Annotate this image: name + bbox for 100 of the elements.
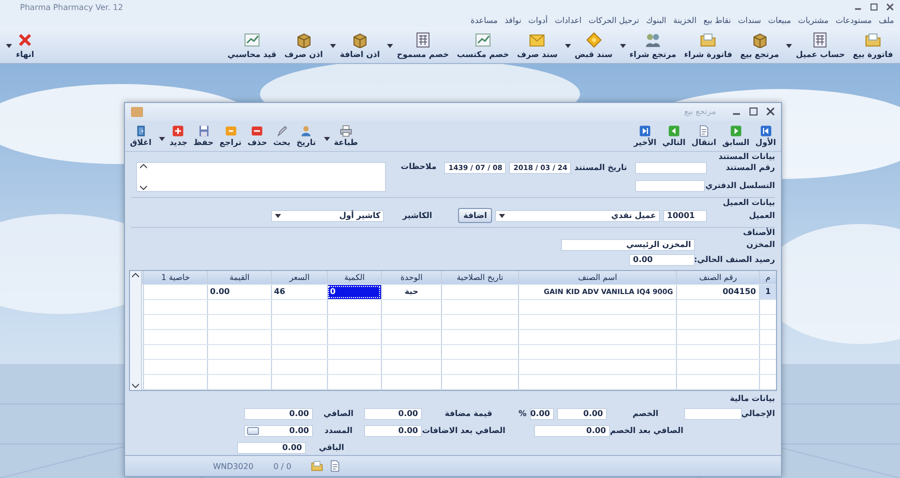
box-icon xyxy=(296,32,312,48)
document-icon xyxy=(329,460,342,472)
small-button[interactable] xyxy=(247,426,259,435)
column-header[interactable]: رقم الصنف xyxy=(676,270,759,284)
toolbar-button[interactable]: انهاء xyxy=(4,30,38,60)
field-label: الصافي xyxy=(322,409,354,418)
toolbar-button[interactable]: فاتورة شراء xyxy=(681,30,736,60)
toolbar-button[interactable]: اغلاق xyxy=(127,124,154,148)
plus-icon xyxy=(172,124,184,137)
field-label: المسدد xyxy=(324,426,354,436)
column-header[interactable]: الكمية xyxy=(327,270,381,284)
toolbar-button[interactable]: الأول xyxy=(752,124,779,148)
toolbar-button[interactable]: اذن اضافة xyxy=(328,30,383,60)
menu-item[interactable]: الخزينة xyxy=(673,16,696,25)
toolbar-button[interactable]: بحث xyxy=(270,124,294,148)
column-header[interactable]: السعر xyxy=(271,270,327,284)
notes-field[interactable] xyxy=(136,162,386,192)
table-cell: 004150 xyxy=(676,284,759,299)
table-cell: 0.00 xyxy=(207,284,271,299)
input-field[interactable]: 0.00 xyxy=(237,442,306,454)
toolbar-button[interactable]: خصم مسموح xyxy=(384,30,452,60)
menu-item[interactable]: أدوات xyxy=(528,16,548,25)
field-label: الخصم xyxy=(632,409,660,418)
maximize-icon xyxy=(749,107,758,116)
input-field[interactable]: 0.00 xyxy=(364,424,422,437)
menu-item[interactable]: مستودعات xyxy=(836,16,872,25)
toolbar-button[interactable]: الأخير xyxy=(630,124,660,148)
pen-icon xyxy=(276,124,288,137)
menu-item[interactable]: مبيعات xyxy=(768,16,792,25)
record-counter: 0 / 0 xyxy=(273,462,292,471)
input-field[interactable]: 0.00 xyxy=(534,424,610,437)
last-icon xyxy=(639,124,652,137)
box-icon xyxy=(752,32,768,48)
minus-icon xyxy=(251,124,264,137)
menu-item[interactable]: مشتريات xyxy=(798,16,828,25)
undo-icon xyxy=(224,124,237,137)
toolbar-button[interactable]: حساب عميل xyxy=(784,30,848,60)
input-field[interactable] xyxy=(635,180,706,192)
toolbar-button[interactable]: تاريخ xyxy=(293,124,319,148)
toolbar-button[interactable]: حفظ xyxy=(190,124,217,148)
toolbar-button[interactable]: اذن صرف xyxy=(281,30,326,60)
menu-item[interactable]: البنوك xyxy=(646,16,666,25)
toolbar-button[interactable]: جديد xyxy=(157,124,190,148)
add-button[interactable]: اضافة xyxy=(458,208,492,224)
field-label: التسلسل الدفتري xyxy=(705,181,775,190)
menu-item[interactable]: ملف xyxy=(878,16,894,25)
row-header[interactable]: 1 xyxy=(759,284,776,299)
table-cell: 0 xyxy=(327,284,381,299)
toolbar-button[interactable]: السابق xyxy=(719,124,752,148)
menu-item[interactable]: نوافذ xyxy=(504,16,522,25)
input-field[interactable]: 0.00 xyxy=(244,424,313,437)
toolbar-button[interactable]: فاتورة بيع xyxy=(850,30,896,60)
app-title: Pharma Pharmacy Ver. 12 xyxy=(20,2,124,12)
input-field[interactable] xyxy=(684,408,742,420)
toolbar-button[interactable]: تراجع xyxy=(216,124,244,148)
save-icon xyxy=(198,124,210,137)
field-label: الإجمالي xyxy=(742,409,775,418)
menu-item[interactable]: ترحيل الحركات xyxy=(588,16,640,25)
input-field[interactable] xyxy=(635,162,707,174)
folder-icon xyxy=(700,32,716,48)
menu-item[interactable]: نقاط بيع xyxy=(703,16,732,25)
caret-icon xyxy=(275,214,282,218)
app-icon xyxy=(131,106,143,117)
toolbar-button[interactable]: التالي xyxy=(659,124,689,148)
input-field[interactable]: 0.00 xyxy=(629,254,695,266)
door-icon xyxy=(134,124,147,137)
menu-item[interactable]: مساعدة xyxy=(470,16,498,25)
chart-icon xyxy=(474,32,491,48)
menu-item[interactable]: سندات xyxy=(738,16,762,25)
toolbar-button[interactable]: حذف xyxy=(244,124,270,148)
menu-item[interactable]: اعدادات xyxy=(554,16,582,25)
toolbar-button[interactable]: انتقال xyxy=(688,124,720,148)
toolbar-button[interactable]: مرتجع بيع xyxy=(737,30,782,60)
previous-icon xyxy=(730,124,742,137)
toolbar-button[interactable]: سند صرف xyxy=(514,30,561,60)
field-label: رقم المستند xyxy=(726,163,775,172)
dropdown[interactable]: كاشير أول xyxy=(271,210,384,222)
field-label: العميل xyxy=(748,211,775,220)
toolbar-button[interactable]: قيد محاسبي xyxy=(224,30,280,60)
toolbar-button[interactable]: مرتجع شراء xyxy=(618,30,680,60)
input-field[interactable]: 10001 xyxy=(663,210,707,222)
toolbar-button[interactable]: خصم مكتسب xyxy=(454,30,512,60)
column-header[interactable]: تاريخ الصلاحية xyxy=(441,270,518,284)
input-field[interactable]: 0.00 xyxy=(530,408,554,420)
column-header[interactable]: الوحدة xyxy=(381,270,441,284)
dropdown[interactable]: عميل نقدي xyxy=(495,210,660,222)
grid-icon xyxy=(414,32,431,48)
input-field[interactable]: 0.00 xyxy=(364,408,422,420)
column-header[interactable]: اسم الصنف xyxy=(518,270,676,284)
coin-icon xyxy=(586,32,602,48)
input-field[interactable]: 0.00 xyxy=(244,408,313,420)
toolbar-button[interactable]: طباعة xyxy=(322,124,361,148)
input-field[interactable]: المخزن الرئيسي xyxy=(561,238,695,251)
field-label: الباقي xyxy=(318,443,346,452)
toolbar-button[interactable]: سند قبض xyxy=(562,30,616,60)
column-header[interactable]: القيمة xyxy=(207,270,271,284)
column-header[interactable]: م xyxy=(759,270,776,284)
unit-label: % xyxy=(517,409,528,418)
input-field[interactable]: 0.00 xyxy=(557,408,607,420)
column-header[interactable]: خاصية 1 xyxy=(143,270,207,284)
